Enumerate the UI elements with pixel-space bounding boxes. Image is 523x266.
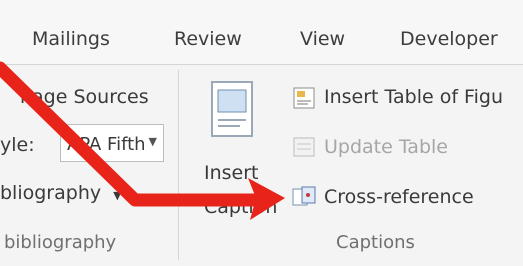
bibliography-button[interactable]: bliography ▼ — [0, 182, 122, 204]
table-of-figures-icon — [293, 87, 315, 109]
chevron-down-icon: ▼ — [113, 189, 122, 202]
bibliography-group-label: bibliography — [4, 232, 117, 253]
style-label: yle: — [0, 134, 35, 156]
tab-mailings[interactable]: Mailings — [32, 28, 110, 50]
tab-review[interactable]: Review — [174, 28, 242, 50]
insert-caption-label-line1[interactable]: Insert — [204, 162, 259, 184]
manage-sources-button[interactable]: nage Sources — [20, 86, 149, 108]
insert-caption-icon[interactable] — [210, 80, 254, 138]
cross-reference-icon — [292, 186, 316, 206]
tab-developer[interactable]: Developer — [400, 28, 498, 50]
captions-group-label: Captions — [336, 232, 415, 253]
update-table-button[interactable]: Update Table — [324, 136, 448, 158]
chevron-down-icon: ▼ — [148, 135, 157, 148]
bibliography-label: bliography — [0, 182, 102, 204]
insert-caption-label-line2[interactable]: Caption — [204, 196, 277, 218]
cross-reference-button[interactable]: Cross-reference — [324, 186, 474, 208]
citation-style-value: APA Fifth — [67, 134, 146, 155]
citation-style-select[interactable]: APA Fifth ▼ — [60, 124, 164, 162]
update-table-icon — [293, 137, 315, 157]
tab-view[interactable]: View — [300, 28, 345, 50]
ribbon-tab-bar: Mailings Review View Developer — [0, 0, 523, 65]
group-divider — [178, 70, 179, 260]
insert-table-of-figures-button[interactable]: Insert Table of Figu — [324, 86, 503, 108]
